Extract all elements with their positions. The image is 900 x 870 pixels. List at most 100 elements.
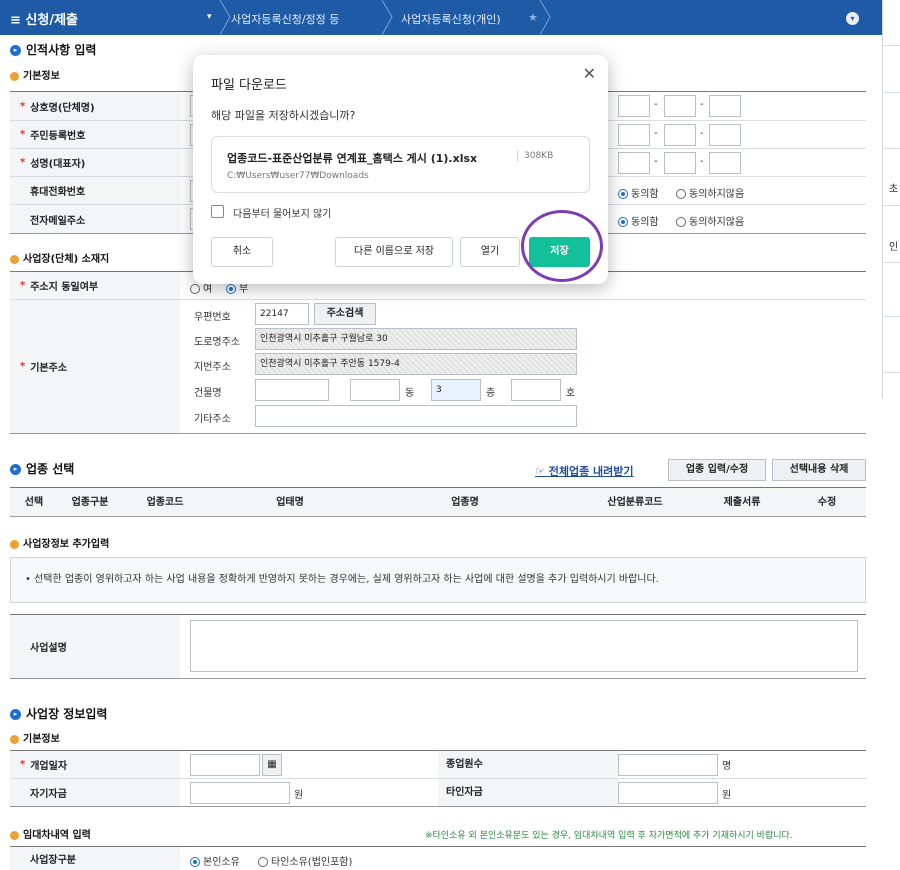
road-address-field: 인천광역시 미추홀구 구월남로 30 xyxy=(255,328,577,350)
chevron-down-icon[interactable]: ▾ xyxy=(207,12,212,22)
dong-label: 동 xyxy=(405,388,415,399)
floor-unit-label: 층 xyxy=(486,388,496,399)
star-icon[interactable]: ★ xyxy=(528,11,538,24)
label-trade-name: 상호명(단체명) xyxy=(30,102,95,114)
address-search-button[interactable]: 주소검색 xyxy=(314,303,376,325)
building-dong-input[interactable] xyxy=(350,379,400,401)
label-email: 전자메일주소 xyxy=(30,215,86,227)
required-mark: * xyxy=(20,100,26,112)
breadcrumb-item-personal[interactable]: 사업자등록신청(개인) xyxy=(401,11,501,27)
dont-ask-label[interactable]: 다음부터 물어보지 않기 xyxy=(233,205,331,220)
breadcrumb-item-registration[interactable]: 사업자등록신청/정정 등 xyxy=(231,11,339,27)
file-name: 업종코드-표준산업분류 연계표_홈택스 게시 (1).xlsx xyxy=(227,152,478,165)
col-header: 업종명 xyxy=(451,497,479,508)
file-info-box: 업종코드-표준산업분류 연계표_홈택스 게시 (1).xlsx 308KB C:… xyxy=(211,136,590,193)
label-mobile: 휴대전화번호 xyxy=(30,187,86,198)
etc-address-input[interactable] xyxy=(255,405,577,427)
email-consent-disagree[interactable]: 동의하지않음 xyxy=(676,213,744,228)
highlight-ring xyxy=(521,210,603,282)
phone-part-1[interactable] xyxy=(618,95,650,117)
subsection-title-extra: 사업장정보 추가입력 xyxy=(10,535,109,550)
subsection-title-lease: 임대차내역 입력 xyxy=(10,826,91,841)
col-header: 제출서류 xyxy=(723,497,761,508)
subsection-title-address: 사업장(단체) 소재지 xyxy=(10,250,109,265)
mobile-consent-agree[interactable]: 동의함 xyxy=(618,185,659,200)
lease-note: ※타인소유 외 본인소유분도 있는 경우, 임대차내역 입력 후 자가면적에 추… xyxy=(425,831,793,841)
industry-edit-button[interactable]: 업종 입력/수정 xyxy=(668,459,766,481)
required-mark: * xyxy=(20,361,26,372)
col-header: 수정 xyxy=(817,497,837,508)
file-path: C:₩Users₩user77₩Downloads xyxy=(227,171,369,181)
side-panel-text: 인 xyxy=(889,242,899,253)
open-button[interactable]: 열기 xyxy=(460,237,520,267)
arrow-circle-icon: ▸ xyxy=(10,709,21,720)
radio-icon[interactable] xyxy=(258,857,268,867)
road-address-label: 도로명주소 xyxy=(194,337,240,348)
email-consent-agree[interactable]: 동의함 xyxy=(618,213,659,228)
subsection-title-basic2: 기본정보 xyxy=(10,730,60,745)
ownership-other[interactable]: 타인소유(법인포함) xyxy=(258,853,352,868)
label-own-capital: 자기자금 xyxy=(30,789,67,800)
radio-icon[interactable] xyxy=(676,217,686,227)
dont-ask-checkbox[interactable] xyxy=(211,205,224,218)
dash-text: - xyxy=(700,156,704,167)
phone-part-3[interactable] xyxy=(709,152,741,174)
phone-part-1[interactable] xyxy=(618,152,650,174)
dialog-question: 해당 파일을 저장하시겠습니까? xyxy=(211,109,356,122)
radio-icon[interactable] xyxy=(676,189,686,199)
building-name-input[interactable] xyxy=(255,379,329,401)
own-capital-input[interactable] xyxy=(190,782,290,804)
phone-part-1[interactable] xyxy=(618,124,650,146)
phone-part-3[interactable] xyxy=(709,124,741,146)
radio-icon[interactable] xyxy=(226,284,236,294)
dash-text: - xyxy=(654,128,658,139)
other-capital-input[interactable] xyxy=(618,782,718,804)
radio-icon[interactable] xyxy=(618,217,628,227)
phone-part-2[interactable] xyxy=(664,152,696,174)
bullet-icon xyxy=(10,71,19,81)
ho-input[interactable] xyxy=(511,379,561,401)
won-unit: 원 xyxy=(294,790,304,801)
save-as-button[interactable]: 다른 이름으로 저장 xyxy=(335,237,453,267)
phone-part-2[interactable] xyxy=(664,124,696,146)
radio-icon[interactable] xyxy=(190,284,200,294)
delete-selection-button[interactable]: 선택내용 삭제 xyxy=(772,459,866,481)
row-business-type: 사업장구분 xyxy=(10,847,866,870)
ownership-own[interactable]: 본인소유 xyxy=(190,853,240,868)
radio-icon[interactable] xyxy=(190,857,200,867)
radio-icon[interactable] xyxy=(618,189,628,199)
mobile-consent-disagree[interactable]: 동의하지않음 xyxy=(676,185,744,200)
floor-input[interactable]: 3 xyxy=(431,379,481,401)
zip-label: 우편번호 xyxy=(194,312,231,323)
col-header: 업종구분 xyxy=(71,497,109,508)
zip-input[interactable]: 22147 xyxy=(255,303,309,325)
dash-text: - xyxy=(700,128,704,139)
download-all-industries-link[interactable]: ☞ 전체업종 내려받기 xyxy=(535,463,634,479)
label-basic-address: 기본주소 xyxy=(30,363,68,374)
arrow-circle-icon: ▸ xyxy=(10,464,21,475)
menu-title[interactable]: ≡ 신청/제출 xyxy=(10,9,78,28)
jibun-address-field: 인천광역시 미추홀구 주안동 1579-4 xyxy=(255,353,577,375)
section-title-bizinfo: ▸ 사업장 정보입력 xyxy=(10,705,107,722)
open-date-input[interactable] xyxy=(190,754,260,776)
row-open-date: * 개업일자 종업원수 xyxy=(10,751,866,779)
cancel-button[interactable]: 취소 xyxy=(211,237,273,267)
won-unit: 원 xyxy=(722,790,732,801)
required-mark: * xyxy=(20,129,26,140)
business-description-textarea[interactable] xyxy=(190,620,858,672)
phone-part-2[interactable] xyxy=(664,95,696,117)
download-icon: ☞ xyxy=(535,465,549,478)
expand-chevron-icon[interactable]: ▾ xyxy=(846,12,859,25)
col-header: 업종코드 xyxy=(146,497,184,508)
label-employees: 종업원수 xyxy=(438,751,618,778)
jibun-address-label: 지번주소 xyxy=(194,362,231,373)
bullet-icon xyxy=(10,830,19,840)
label-same-address: 주소지 동일여부 xyxy=(30,282,99,293)
section-title-industry: ▸ 업종 선택 xyxy=(10,460,74,477)
employees-unit: 명 xyxy=(722,761,732,772)
calendar-icon[interactable]: ▦ xyxy=(262,754,282,776)
employees-input[interactable] xyxy=(618,754,718,776)
phone-part-3[interactable] xyxy=(709,95,741,117)
close-icon[interactable]: ✕ xyxy=(583,64,596,83)
dash-text: - xyxy=(654,99,658,110)
